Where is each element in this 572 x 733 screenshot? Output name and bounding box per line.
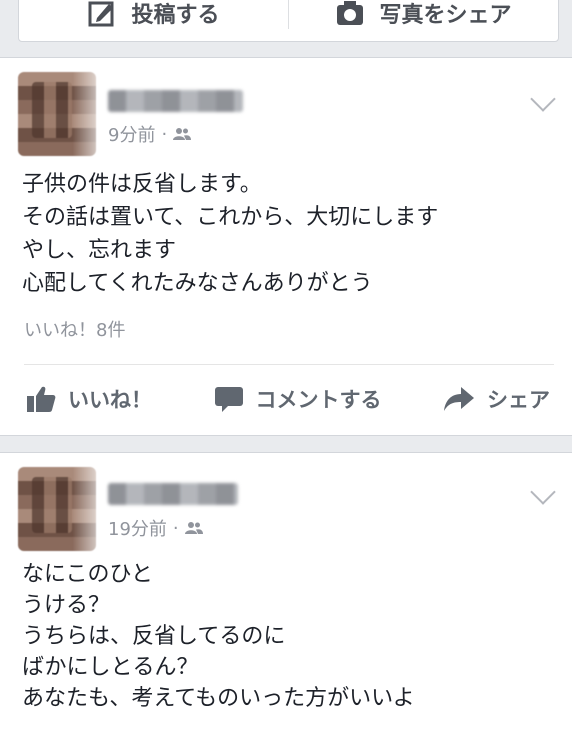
author-name[interactable] [108,483,238,505]
friends-icon [184,521,203,535]
avatar[interactable] [18,72,96,156]
thumbs-up-icon [26,385,56,413]
meta-separator: · [172,517,179,539]
post-text: なにこのひと うける？ うちらは、反省してるのに ばかにしとるん？ あなたも、考… [22,562,415,711]
like-label: いいね！ [68,388,152,412]
post-actions: いいね！ コメントする シェア [0,384,572,414]
share-label: シェア [487,388,550,412]
comment-icon [214,385,244,413]
composer-bar: 投稿する 写真をシェア [18,0,559,42]
like-count[interactable]: いいね！8件 [24,316,125,342]
author-name[interactable] [108,90,243,112]
chevron-down-icon[interactable] [530,479,556,505]
edit-icon [87,0,117,28]
camera-icon [335,0,365,27]
share-button[interactable]: シェア [443,384,550,414]
feed-post: 19分前 · なにこのひと うける？ うちらは、反省してるのに ばかにしとるん？… [0,452,572,733]
comment-label: コメントする [255,388,382,412]
avatar[interactable] [18,467,96,551]
meta-separator: · [161,123,168,145]
post-time[interactable]: 9分前 [108,121,155,147]
post-meta: 9分前 · [108,121,192,147]
share-photo-button[interactable]: 写真をシェア [289,0,558,29]
share-arrow-icon [443,386,475,412]
post-time[interactable]: 19分前 [108,515,167,541]
chevron-down-icon[interactable] [530,86,556,112]
share-photo-label: 写真をシェア [379,3,512,28]
action-divider [24,364,554,365]
post-button-label: 投稿する [131,3,220,28]
post-meta: 19分前 · [108,515,203,541]
friends-icon [173,127,192,141]
comment-button[interactable]: コメントする [214,384,382,414]
feed-post: 9分前 · 子供の件は反省します。 その話は置いて、これから、大切にします やし… [0,57,572,436]
post-text: 子供の件は反省します。 その話は置いて、これから、大切にします やし、忘れます … [22,172,439,296]
post-button[interactable]: 投稿する [19,0,288,29]
like-button[interactable]: いいね！ [26,384,152,414]
